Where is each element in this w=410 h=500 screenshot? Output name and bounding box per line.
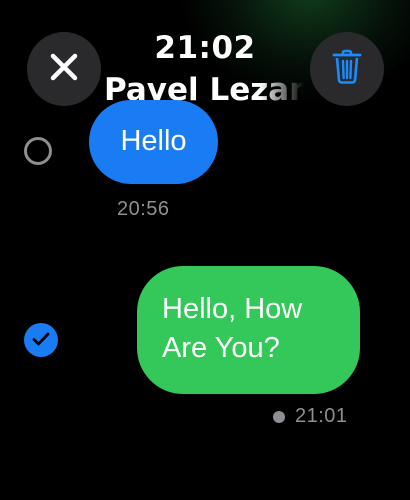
outgoing-message-timestamp: 21:01 [295, 405, 348, 427]
incoming-message-bubble[interactable]: Hello [89, 100, 218, 184]
incoming-message-timestamp: 20:56 [117, 198, 170, 220]
checkmark-icon [32, 331, 50, 350]
outgoing-message-text: Hello, How Are You? [162, 293, 303, 364]
message-select-radio-2[interactable] [24, 323, 58, 357]
outgoing-message-bubble[interactable]: Hello, How Are You? [137, 266, 360, 394]
outgoing-message-status: 21:01 [273, 405, 348, 428]
close-button[interactable] [27, 32, 101, 106]
clock-time: 21:02 [154, 30, 256, 66]
watch-screen: 21:02 Pavel Lezam Hello 20:56 Hello, How… [0, 0, 410, 500]
delete-button[interactable] [310, 32, 384, 106]
delivery-status-dot-icon [273, 410, 285, 423]
trash-icon [332, 49, 362, 89]
incoming-message-text: Hello [120, 124, 187, 157]
close-icon [49, 52, 79, 86]
message-select-radio-1[interactable] [24, 137, 52, 165]
